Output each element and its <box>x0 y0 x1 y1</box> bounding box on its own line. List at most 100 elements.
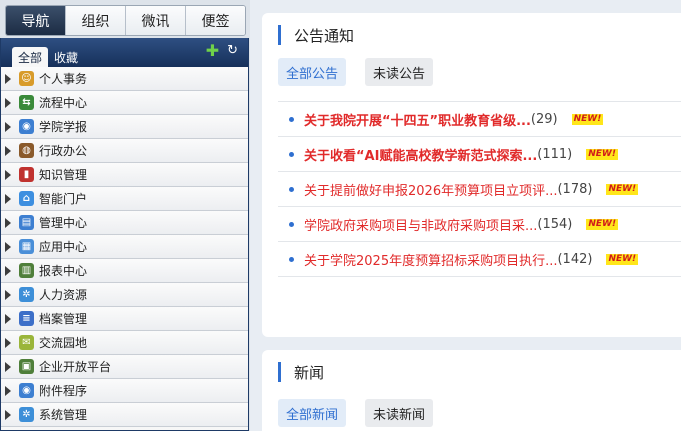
nav-item-label: 行政办公 <box>39 144 88 158</box>
management-icon: ▤ <box>19 215 34 230</box>
add-icon[interactable]: ✚ <box>206 43 219 59</box>
nav-item[interactable]: ▥ 报表中心 <box>1 259 248 283</box>
chat-icon: ✉ <box>19 335 34 350</box>
announcement-row[interactable]: 关于提前做好申报2026年预算项目立项评... (178) NEW! <box>278 172 681 207</box>
nav-panel-header: 全部 收藏 ✚ ↻ <box>1 38 248 67</box>
expand-arrow-icon[interactable] <box>5 169 13 180</box>
expand-arrow-icon[interactable] <box>5 289 13 300</box>
new-badge: NEW! <box>606 253 639 265</box>
nav-item-label: 报表中心 <box>39 264 88 278</box>
announcement-list: 关于我院开展“十四五”职业教育省级... (29) NEW! 关于收看“AI赋能高校教… <box>278 101 681 277</box>
nav-item[interactable]: ▣ 企业开放平台 <box>1 355 248 379</box>
tab-notes[interactable]: 便签 <box>186 6 245 35</box>
nav-item-label: 知识管理 <box>39 168 88 182</box>
platform-icon: ▣ <box>19 359 34 374</box>
nav-item[interactable]: ✉ 交流园地 <box>1 331 248 355</box>
expand-arrow-icon[interactable] <box>5 385 13 396</box>
expand-arrow-icon[interactable] <box>5 97 13 108</box>
archive-icon: ≡ <box>19 311 34 326</box>
all-news-button[interactable]: 全部新闻 <box>278 399 347 427</box>
office-icon: ◍ <box>19 143 34 158</box>
subtab-all[interactable]: 全部 <box>12 47 49 67</box>
expand-arrow-icon[interactable] <box>5 337 13 348</box>
expand-arrow-icon[interactable] <box>5 241 13 252</box>
nav-item-label: 档案管理 <box>39 312 88 326</box>
nav-item-label: 应用中心 <box>39 240 88 254</box>
new-badge: NEW! <box>571 113 604 125</box>
nav-item[interactable]: ▦ 应用中心 <box>1 235 248 259</box>
tab-navigation[interactable]: 导航 <box>6 6 66 35</box>
announcement-link[interactable]: 关于学院2025年度预算招标采购项目执行... <box>304 250 557 269</box>
read-count: (154) <box>537 216 573 232</box>
expand-arrow-icon[interactable] <box>5 121 13 132</box>
expand-arrow-icon[interactable] <box>5 265 13 276</box>
bullet-icon <box>289 221 294 227</box>
nav-item-label: 人力资源 <box>39 288 88 302</box>
nav-item[interactable]: ◉ 附件程序 <box>1 379 248 403</box>
nav-item[interactable]: ▮ 知识管理 <box>1 163 248 187</box>
nav-item[interactable]: ✲ 人力资源 <box>1 283 248 307</box>
tab-organization[interactable]: 组织 <box>66 6 126 35</box>
expand-arrow-icon[interactable] <box>5 313 13 324</box>
nav-item-label: 流程中心 <box>39 96 88 110</box>
bullet-icon <box>289 151 294 157</box>
nav-item-label: 系统管理 <box>39 408 88 422</box>
nav-item-label: 管理中心 <box>39 216 88 230</box>
nav-item[interactable]: ◉ 学院学报 <box>1 115 248 139</box>
announcement-row[interactable]: 关于我院开展“十四五”职业教育省级... (29) NEW! <box>278 102 681 137</box>
unread-announcements-button[interactable]: 未读公告 <box>365 58 434 86</box>
nav-item-label: 智能门户 <box>39 192 88 206</box>
journal-icon: ◉ <box>19 119 34 134</box>
expand-arrow-icon[interactable] <box>5 145 13 156</box>
announcement-link[interactable]: 关于提前做好申报2026年预算项目立项评... <box>304 180 557 199</box>
book-icon: ▮ <box>19 167 34 182</box>
nav-item[interactable]: ✲ 系统管理 <box>1 403 248 427</box>
nav-item[interactable]: ▤ 管理中心 <box>1 211 248 235</box>
nav-item[interactable]: ☺ 个人事务 <box>1 67 248 91</box>
left-navigation: 导航 组织 微讯 便签 全部 收藏 ✚ ↻ ☺ 个人事务 ⇆ 流程中心 ◉ 学院学报 ◍ 行政… <box>0 0 250 431</box>
nav-item[interactable]: ◍ 行政办公 <box>1 139 248 163</box>
announcements-card: 公告通知 全部公告 未读公告 关于我院开展“十四五”职业教育省级... (29) N… <box>262 13 681 337</box>
new-badge: NEW! <box>586 218 619 230</box>
announcement-link[interactable]: 关于收看“AI赋能高校教学新范式探索... <box>304 145 537 164</box>
read-count: (178) <box>557 181 593 197</box>
nav-item[interactable]: ≡ 档案管理 <box>1 307 248 331</box>
bullet-icon <box>289 186 294 192</box>
nav-item[interactable]: ⌂ 智能门户 <box>1 187 248 211</box>
apps-icon: ▦ <box>19 239 34 254</box>
announcement-link[interactable]: 关于我院开展“十四五”职业教育省级... <box>304 110 531 129</box>
expand-arrow-icon[interactable] <box>5 217 13 228</box>
nav-item-label: 企业开放平台 <box>39 360 112 374</box>
nav-item-label: 附件程序 <box>39 384 88 398</box>
expand-arrow-icon[interactable] <box>5 73 13 84</box>
subtab-favorites[interactable]: 收藏 <box>48 47 84 67</box>
bullet-icon <box>289 256 294 262</box>
refresh-icon[interactable]: ↻ <box>227 44 238 58</box>
top-tab-bar: 导航 组织 微讯 便签 <box>5 5 246 36</box>
nav-item-label: 学院学报 <box>39 120 88 134</box>
expand-arrow-icon[interactable] <box>5 409 13 420</box>
all-announcements-button[interactable]: 全部公告 <box>278 58 347 86</box>
nav-item-label: 个人事务 <box>39 72 88 86</box>
workflow-icon: ⇆ <box>19 95 34 110</box>
unread-news-button[interactable]: 未读新闻 <box>365 399 434 427</box>
announcement-row[interactable]: 关于收看“AI赋能高校教学新范式探索... (111) NEW! <box>278 137 681 172</box>
settings-icon: ✲ <box>19 407 34 422</box>
expand-arrow-icon[interactable] <box>5 193 13 204</box>
new-badge: NEW! <box>586 148 618 160</box>
bullet-icon <box>289 116 294 122</box>
nav-item[interactable]: ⇆ 流程中心 <box>1 91 248 115</box>
new-badge: NEW! <box>606 183 639 195</box>
expand-arrow-icon[interactable] <box>5 361 13 372</box>
news-card: 新闻 全部新闻 未读新闻 <box>262 350 681 431</box>
news-title: 新闻 <box>278 362 324 382</box>
home-icon: ⌂ <box>19 191 34 206</box>
announcement-row[interactable]: 学院政府采购项目与非政府采购项目采... (154) NEW! <box>278 207 681 242</box>
announcement-link[interactable]: 学院政府采购项目与非政府采购项目采... <box>304 215 537 234</box>
announcement-row[interactable]: 关于学院2025年度预算招标采购项目执行... (142) NEW! <box>278 242 681 277</box>
nav-menu: ☺ 个人事务 ⇆ 流程中心 ◉ 学院学报 ◍ 行政办公 ▮ 知识管理 ⌂ 智能门户 ▤ 管理中心 ▦ 应用中心… <box>1 67 248 427</box>
nav-panel: 全部 收藏 ✚ ↻ ☺ 个人事务 ⇆ 流程中心 ◉ 学院学报 ◍ 行政办公 ▮ 知识管理 ⌂ 智能门户… <box>0 38 249 431</box>
announcements-title: 公告通知 <box>278 25 354 45</box>
tab-micro-message[interactable]: 微讯 <box>126 6 186 35</box>
read-count: (29) <box>530 111 558 127</box>
